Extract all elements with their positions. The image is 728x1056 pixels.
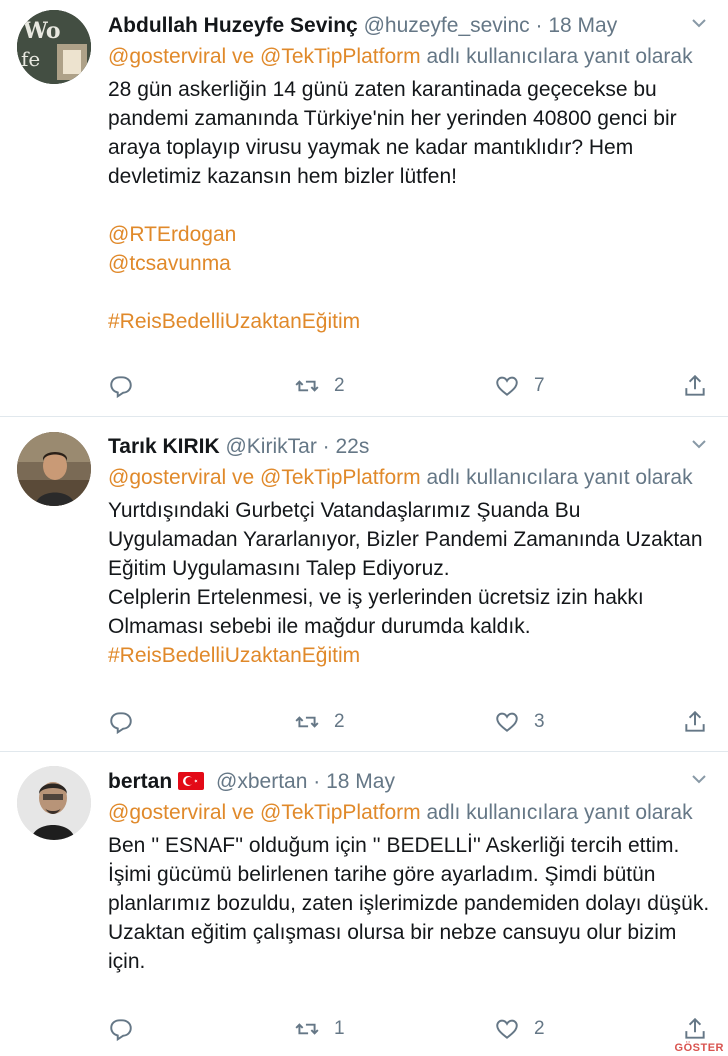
heart-icon (496, 712, 518, 732)
user-handle[interactable]: @huzeyfe_sevinc (364, 14, 530, 37)
separator-dot: · (322, 435, 330, 458)
retweet-button[interactable]: 2 (294, 707, 345, 737)
avatar-photo-image (17, 766, 91, 840)
tweet-body: 28 gün askerliğin 14 günü zaten karantin… (108, 75, 714, 336)
tweet[interactable]: Tarık KIRIK @KirikTar · 22s @gosterviral… (0, 417, 728, 750)
tweet-actions: 2 3 (108, 707, 712, 737)
like-count: 7 (534, 375, 545, 396)
tweet-actions: 2 7 (108, 371, 712, 401)
mention-link[interactable]: @tcsavunma (108, 249, 714, 278)
tweet-actions: 1 2 (108, 1014, 712, 1044)
tweet-header: Tarık KIRIK @KirikTar · 22s (108, 433, 714, 461)
tweet-text: Ben '' ESNAF'' olduğum için '' BEDELLİ''… (108, 834, 710, 973)
timestamp[interactable]: 18 May (326, 770, 395, 793)
retweet-count: 2 (334, 711, 345, 732)
like-button[interactable]: 2 (494, 1014, 545, 1044)
reply-context: @gosterviral ve @TekTipPlatform adlı kul… (108, 463, 714, 492)
mention-link[interactable]: @RTErdogan (108, 220, 714, 249)
avatar-photo-image (17, 432, 91, 506)
like-button[interactable]: 7 (494, 371, 545, 401)
avatar-chalkboard-image: Wo fe (17, 10, 91, 84)
tweet-body: Ben '' ESNAF'' olduğum için '' BEDELLİ''… (108, 831, 714, 976)
reply-button[interactable] (108, 707, 134, 737)
tweet-body: Yurtdışındaki Gurbetçi Vatandaşlarımız Ş… (108, 496, 714, 670)
tweet[interactable]: bertan @xbertan · 18 May @gosterviral ve… (0, 752, 728, 1056)
avatar[interactable] (17, 432, 91, 506)
retweet-icon (295, 380, 319, 392)
reply-suffix: adlı kullanıcılara yanıt olarak (420, 466, 693, 489)
separator-dot: · (313, 770, 321, 793)
hashtag-link[interactable]: #ReisBedelliUzaktanEğitim (108, 307, 714, 336)
avatar[interactable] (17, 766, 91, 840)
display-name[interactable]: bertan (108, 770, 172, 793)
reply-suffix: adlı kullanıcılara yanıt olarak (420, 801, 693, 824)
timestamp[interactable]: 22s (336, 435, 370, 458)
tweet-text: 28 gün askerliğin 14 günü zaten karantin… (108, 78, 677, 188)
display-name[interactable]: Tarık KIRIK (108, 435, 220, 458)
share-icon (685, 710, 705, 732)
heart-icon (496, 376, 518, 396)
retweet-count: 2 (334, 375, 345, 396)
tweet-text: Yurtdışındaki Gurbetçi Vatandaşlarımız Ş… (108, 499, 703, 580)
tweet-text: Celplerin Ertelenmesi, ve iş yerlerinden… (108, 586, 644, 638)
reply-icon (110, 712, 132, 735)
reply-mentions[interactable]: @gosterviral ve @TekTipPlatform (108, 466, 421, 489)
retweet-count: 1 (334, 1018, 345, 1039)
retweet-button[interactable]: 2 (294, 371, 345, 401)
hashtag-link[interactable]: #ReisBedelliUzaktanEğitim (108, 641, 714, 670)
like-count: 2 (534, 1018, 545, 1039)
user-handle[interactable]: @xbertan (216, 770, 307, 793)
timestamp[interactable]: 18 May (548, 14, 617, 37)
display-name[interactable]: Abdullah Huzeyfe Sevinç (108, 14, 358, 37)
reply-mentions[interactable]: @gosterviral ve @TekTipPlatform (108, 45, 421, 68)
reply-icon (110, 376, 132, 399)
reply-suffix: adlı kullanıcılara yanıt olarak (420, 45, 693, 68)
turkey-flag-icon (178, 772, 205, 790)
reply-button[interactable] (108, 371, 134, 401)
avatar[interactable]: Wo fe (17, 10, 91, 84)
tweet[interactable]: Wo fe Abdullah Huzeyfe Sevinç @huzeyfe_s… (0, 0, 728, 416)
heart-icon (496, 1019, 518, 1039)
separator-dot: · (535, 14, 543, 37)
tweet-header: bertan @xbertan · 18 May (108, 768, 714, 796)
like-count: 3 (534, 711, 545, 732)
retweet-icon (295, 716, 319, 728)
svg-text:Wo: Wo (22, 18, 61, 44)
share-button[interactable] (682, 1014, 708, 1044)
reply-icon (110, 1019, 132, 1042)
share-icon (685, 374, 705, 396)
user-handle[interactable]: @KirikTar (225, 435, 316, 458)
svg-text:fe: fe (21, 47, 40, 71)
share-button[interactable] (682, 707, 708, 737)
reply-context: @gosterviral ve @TekTipPlatform adlı kul… (108, 42, 714, 71)
tweet-header: Abdullah Huzeyfe Sevinç @huzeyfe_sevinc … (108, 12, 714, 40)
share-button[interactable] (682, 371, 708, 401)
reply-mentions[interactable]: @gosterviral ve @TekTipPlatform (108, 801, 421, 824)
share-icon (685, 1017, 705, 1039)
retweet-button[interactable]: 1 (294, 1014, 345, 1044)
retweet-icon (295, 1023, 319, 1035)
reply-context: @gosterviral ve @TekTipPlatform adlı kul… (108, 798, 714, 827)
watermark-logo: GÖSTER (674, 1042, 724, 1054)
like-button[interactable]: 3 (494, 707, 545, 737)
reply-button[interactable] (108, 1014, 134, 1044)
